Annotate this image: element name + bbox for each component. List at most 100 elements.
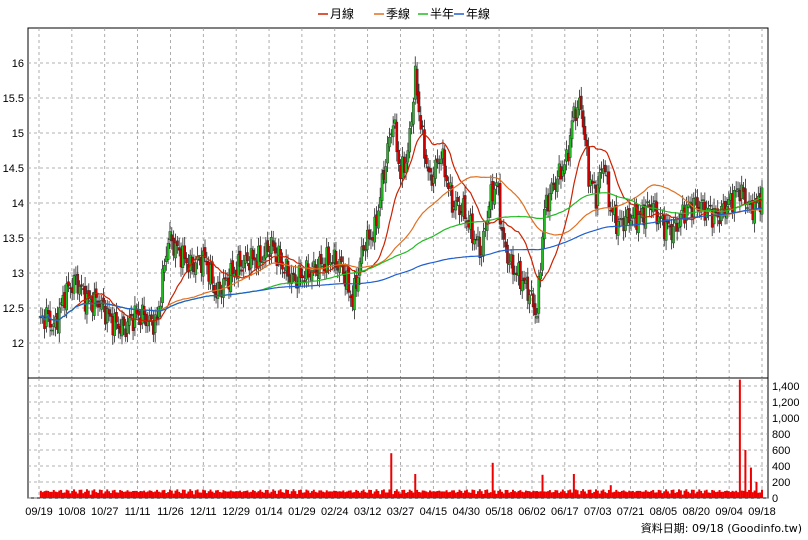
volume-bar: [390, 453, 393, 498]
volume-bar: [268, 493, 271, 498]
volume-bar: [307, 490, 310, 498]
volume-bar: [711, 489, 714, 498]
volume-bar: [456, 491, 459, 498]
candle-body: [166, 242, 170, 260]
candle-body: [696, 197, 699, 209]
volume-bar: [705, 489, 708, 498]
volume-bar: [115, 492, 118, 498]
volume-bar: [508, 492, 511, 498]
volume-bar: [202, 489, 205, 498]
legend-label: 季線: [386, 6, 410, 21]
volume-bar: [410, 490, 413, 498]
volume-bar: [602, 489, 605, 498]
legend-label: 月線: [330, 6, 354, 21]
volume-bar: [742, 490, 745, 498]
volume-bar: [310, 491, 313, 498]
volume-plot-area: [27, 377, 769, 499]
volume-bar: [753, 490, 756, 498]
volume-bar: [720, 491, 723, 498]
volume-bar: [211, 491, 214, 498]
volume-bar: [362, 489, 365, 498]
x-tick-label: 01/29: [288, 506, 316, 518]
volume-bar: [593, 491, 596, 498]
volume-bar: [316, 492, 319, 498]
volume-bar: [76, 493, 79, 498]
volume-bar: [109, 493, 112, 498]
candle-body: [533, 303, 537, 316]
volume-bar: [122, 491, 125, 498]
volume-bar: [421, 490, 424, 498]
volume-bar: [301, 492, 304, 498]
volume-bar: [465, 489, 468, 498]
volume-bar: [591, 493, 594, 498]
volume-bar: [469, 492, 472, 498]
candle-body: [548, 193, 552, 212]
volume-bar: [626, 492, 629, 498]
candle-body: [436, 158, 439, 163]
volume-bar: [405, 492, 408, 498]
volume-bar: [761, 489, 763, 498]
volume-bar: [207, 491, 210, 498]
volume-bar: [167, 492, 170, 498]
x-tick-label: 05/18: [485, 506, 513, 518]
volume-bar: [366, 493, 369, 498]
candle-body: [555, 178, 559, 192]
candle-body: [286, 260, 290, 277]
volume-bar: [312, 489, 315, 498]
volume-bar: [488, 492, 491, 498]
volume-bar: [622, 490, 625, 498]
candle-body: [581, 110, 585, 128]
volume-bar: [375, 489, 378, 498]
volume-bar: [347, 490, 350, 498]
volume-bar: [100, 490, 103, 498]
candle-body: [65, 283, 68, 311]
volume-bar: [393, 491, 396, 498]
candle-body: [240, 269, 244, 272]
candle-body: [709, 205, 712, 207]
volume-bar: [427, 492, 430, 498]
volume-bar: [189, 489, 192, 498]
volume-bar: [213, 492, 216, 498]
volume-bar: [716, 491, 719, 498]
x-tick-label: 01/14: [255, 506, 283, 518]
candle-body: [340, 256, 343, 263]
volume-bar: [694, 493, 697, 498]
candle-body: [672, 226, 675, 244]
candle-body: [246, 252, 249, 261]
volume-bar: [152, 492, 155, 498]
volume-bar: [733, 491, 736, 498]
volume-bar: [637, 490, 640, 498]
volume-bar: [458, 489, 461, 498]
volume-bar: [397, 491, 400, 498]
candle-body: [128, 317, 131, 326]
volume-bar: [401, 490, 404, 498]
candle-body: [443, 149, 447, 178]
volume-bar: [452, 490, 455, 498]
volume-bar: [504, 489, 507, 498]
volume-bar: [537, 491, 540, 498]
x-tick-label: 08/20: [683, 506, 711, 518]
candle-body: [603, 164, 607, 173]
candle-body: [273, 242, 277, 254]
candle-body: [541, 236, 544, 271]
volume-bar: [130, 491, 133, 498]
candle-body: [520, 280, 524, 292]
candle-body: [570, 120, 574, 140]
candle-body: [482, 230, 485, 257]
volume-bar: [288, 493, 291, 498]
volume-bar: [631, 490, 634, 498]
candle-body: [281, 261, 284, 270]
price-tick-label: 16: [12, 58, 24, 70]
volume-bar: [235, 491, 238, 498]
volume-bar: [585, 493, 588, 498]
volume-bar: [510, 491, 513, 498]
volume-bar: [237, 491, 240, 498]
volume-bar: [493, 490, 496, 498]
volume-bar: [713, 490, 716, 498]
volume-bar: [408, 489, 411, 498]
volume-bar: [737, 492, 740, 498]
candle-body: [458, 204, 461, 216]
volume-bar: [89, 494, 92, 498]
candle-body: [283, 271, 286, 274]
volume-bar: [331, 491, 334, 498]
